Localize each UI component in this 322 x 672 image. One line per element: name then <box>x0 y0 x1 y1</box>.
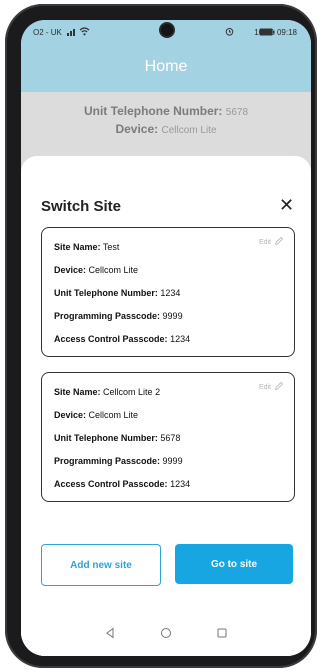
alarm-icon <box>225 27 234 38</box>
programming-passcode-row: Programming Passcode: 9999 <box>54 456 183 466</box>
unit-telephone-row-label: Unit Telephone Number: <box>54 288 158 298</box>
edit-button[interactable]: Edit <box>259 236 284 248</box>
close-icon[interactable]: ✕ <box>279 196 294 214</box>
site-name-value: Test <box>102 242 120 252</box>
programming-passcode-value: 9999 <box>162 311 183 321</box>
system-nav-bar <box>21 612 311 656</box>
edit-label: Edit <box>258 383 271 391</box>
go-to-site-button[interactable]: Go to site <box>175 544 293 584</box>
unit-telephone-row-value: 5678 <box>160 433 181 443</box>
add-new-site-button[interactable]: Add new site <box>41 544 161 586</box>
device-row: Device: Cellcom Lite <box>54 265 138 275</box>
site-name-label: Site Name: <box>54 387 101 397</box>
recents-icon[interactable] <box>213 624 231 642</box>
site-name-row: Site Name: Cellcom Lite 2 <box>54 387 160 397</box>
programming-passcode-value: 9999 <box>162 456 183 466</box>
sheet-title: Switch Site <box>41 198 122 215</box>
programming-passcode-label: Programming Passcode: <box>54 311 161 321</box>
page-title: Home <box>144 58 188 75</box>
device-row-label: Device: <box>54 265 87 275</box>
battery-icon <box>259 28 275 38</box>
device-line: Device: Cellcom Lite <box>21 122 311 136</box>
unit-telephone-row-value: 1234 <box>160 288 181 298</box>
access-control-row: Access Control Passcode: 1234 <box>54 334 190 344</box>
pencil-icon <box>274 236 284 248</box>
device-row-value: Cellcom Lite <box>88 265 139 275</box>
edit-label: Edit <box>258 238 271 246</box>
edit-button[interactable]: Edit <box>259 381 284 393</box>
phone-frame: O2 - UK 100% 09:18 Home Unit Telephone N… <box>5 4 317 668</box>
status-bar: O2 - UK 100% 09:18 <box>21 20 311 44</box>
device-label: Device: <box>115 122 159 136</box>
site-name-label: Site Name: <box>54 242 101 252</box>
access-control-value: 1234 <box>170 479 191 489</box>
device-row: Device: Cellcom Lite <box>54 410 138 420</box>
programming-passcode-label: Programming Passcode: <box>54 456 161 466</box>
app-bar: Home <box>21 44 311 92</box>
unit-telephone-row: Unit Telephone Number: 1234 <box>54 288 180 298</box>
device-value: Cellcom Lite <box>161 125 217 136</box>
site-name-row: Site Name: Test <box>54 242 119 252</box>
access-control-label: Access Control Passcode: <box>54 479 168 489</box>
signal-icon <box>67 27 77 38</box>
unit-telephone-row-label: Unit Telephone Number: <box>54 433 158 443</box>
home-icon[interactable] <box>157 624 175 642</box>
carrier-label: O2 - UK <box>33 28 62 37</box>
unit-telephone-row: Unit Telephone Number: 5678 <box>54 433 180 443</box>
device-row-value: Cellcom Lite <box>88 410 139 420</box>
access-control-label: Access Control Passcode: <box>54 334 168 344</box>
unit-telephone-label: Unit Telephone Number: <box>83 104 223 118</box>
device-row-label: Device: <box>54 410 87 420</box>
unit-telephone-line: Unit Telephone Number: 5678 <box>21 104 311 118</box>
site-card[interactable]: Edit Site Name: Cellcom Lite 2 Device: C… <box>41 372 295 502</box>
access-control-value: 1234 <box>170 334 191 344</box>
site-card[interactable]: Edit Site Name: Test Device: Cellcom Lit… <box>41 227 295 357</box>
site-name-value: Cellcom Lite 2 <box>103 387 161 397</box>
wifi-icon <box>79 26 90 38</box>
screen: O2 - UK 100% 09:18 Home Unit Telephone N… <box>21 20 311 656</box>
access-control-row: Access Control Passcode: 1234 <box>54 479 190 489</box>
programming-passcode-row: Programming Passcode: 9999 <box>54 311 183 321</box>
pencil-icon <box>274 381 284 393</box>
front-camera <box>161 24 173 36</box>
back-icon[interactable] <box>101 624 119 642</box>
unit-telephone-value: 5678 <box>225 107 249 118</box>
